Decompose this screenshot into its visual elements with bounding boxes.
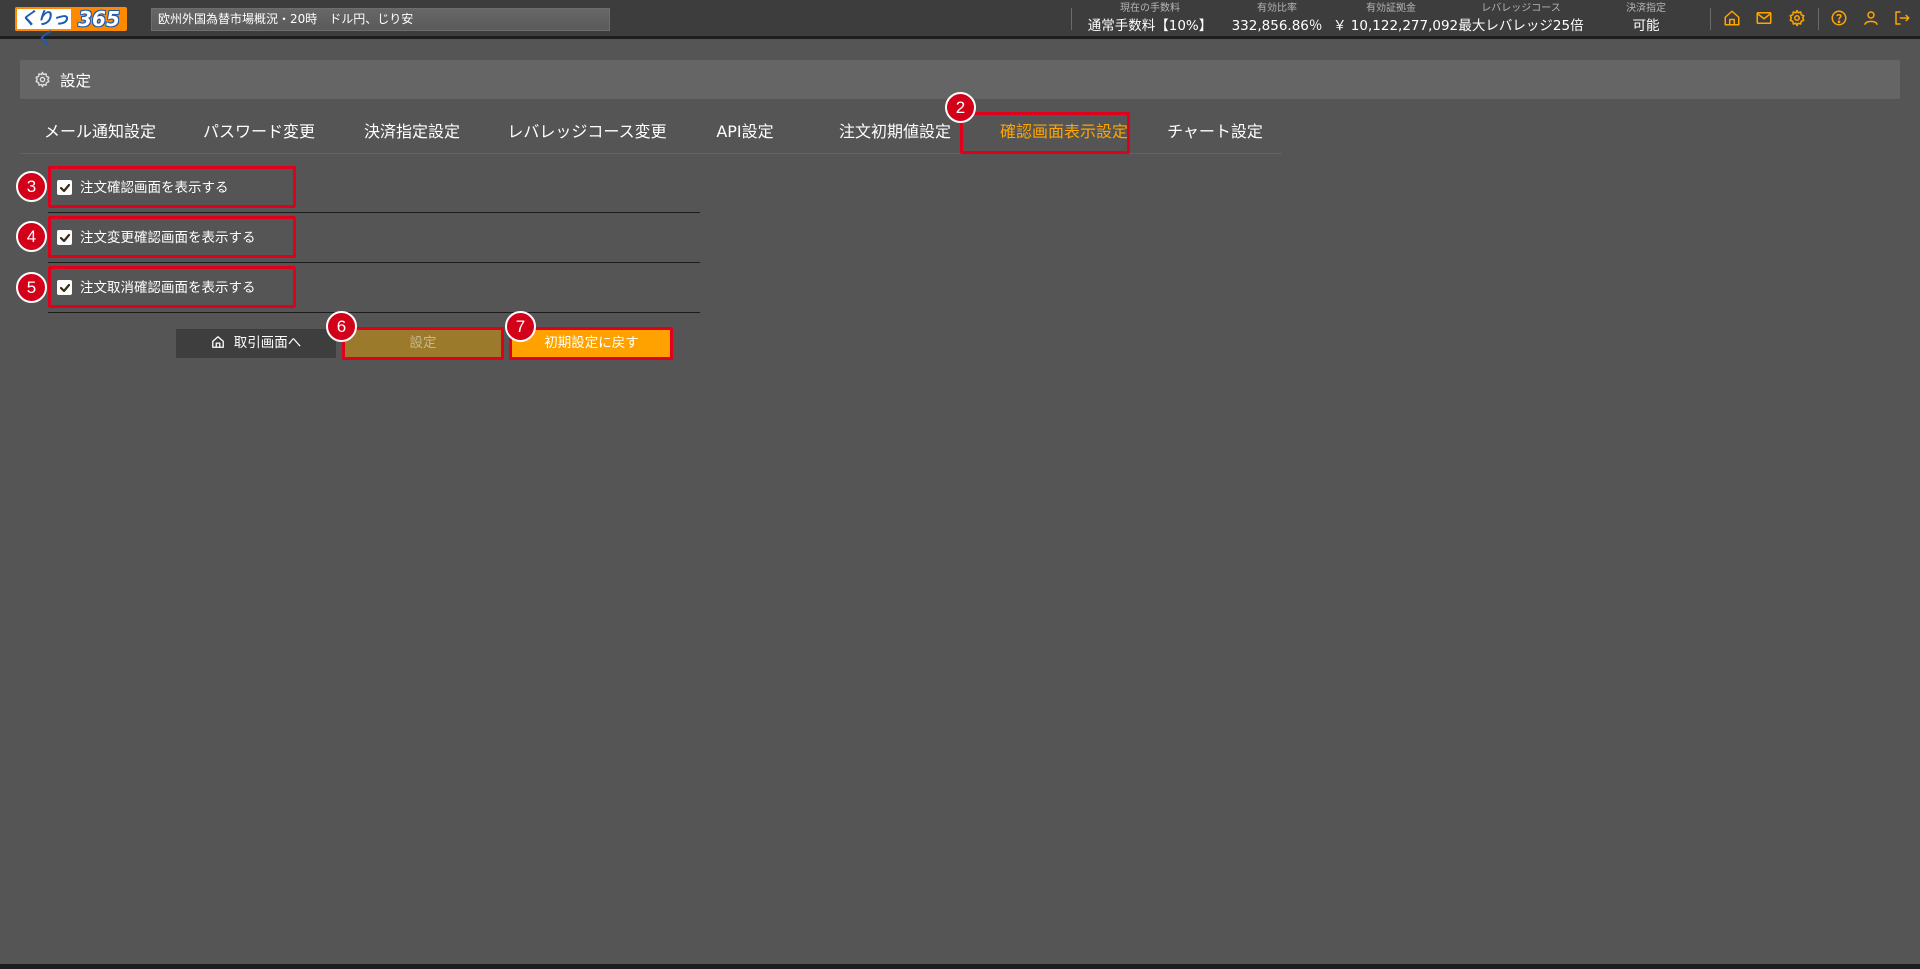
page-title: 設定 — [60, 71, 92, 90]
tab-mail-notification[interactable]: メール通知設定 — [42, 111, 158, 153]
annotation-badge: 5 — [16, 272, 47, 303]
annotation-badge: 6 — [326, 311, 357, 342]
footer-bar — [0, 964, 1920, 969]
annotation-badge: 7 — [505, 311, 536, 342]
highlight-box — [48, 216, 296, 258]
stat-settlement-value: 可能 — [1632, 18, 1660, 34]
stat-ratio-value: 332,856.86％ — [1231, 18, 1323, 34]
annotation-badge: 3 — [16, 171, 47, 202]
tab-password-change[interactable]: パスワード変更 — [201, 111, 317, 153]
gear-icon — [34, 71, 51, 88]
highlight-box — [48, 166, 296, 208]
help-icon[interactable] — [1828, 7, 1850, 29]
stat-settlement-label: 決済指定 — [1626, 3, 1666, 14]
home-icon — [211, 331, 225, 348]
header-divider — [1071, 8, 1072, 30]
highlight-box — [48, 266, 296, 308]
stat-margin: 有効証拠金 ￥ 10,122,277,092 — [1333, 0, 1459, 38]
stat-fee-label: 現在の手数料 — [1120, 3, 1180, 14]
gear-icon[interactable] — [1786, 7, 1808, 29]
stat-leverage-label: レバレッジコース — [1481, 3, 1561, 14]
tab-chart[interactable]: チャート設定 — [1156, 111, 1274, 153]
stat-leverage: レバレッジコース 最大レバレッジ25倍 — [1455, 0, 1587, 38]
tab-api[interactable]: API設定 — [713, 111, 777, 153]
tab-settlement[interactable]: 決済指定設定 — [362, 111, 462, 153]
top-header: くりっく 365 欧州外国為替市場概況・20時 ドル円、じり安 現在の手数料 通… — [0, 0, 1920, 49]
go-to-trading-label: 取引画面へ — [233, 335, 302, 351]
stat-ratio-label: 有効比率 — [1257, 3, 1297, 14]
home-icon[interactable] — [1721, 7, 1743, 29]
stat-leverage-value: 最大レバレッジ25倍 — [1458, 18, 1584, 34]
tab-leverage-course[interactable]: レバレッジコース変更 — [506, 111, 668, 153]
logo-text-right: 365 — [78, 7, 120, 31]
mail-icon[interactable] — [1753, 7, 1775, 29]
go-to-trading-button[interactable]: 取引画面へ — [176, 329, 336, 358]
stat-ratio: 有効比率 332,856.86％ — [1228, 0, 1326, 38]
kuri365-logo[interactable]: くりっく 365 — [15, 7, 127, 49]
header-divider — [1710, 8, 1711, 30]
annotation-badge: 4 — [16, 221, 47, 252]
highlight-box — [960, 112, 1130, 154]
stat-settlement: 決済指定 可能 — [1612, 0, 1680, 38]
stat-fee: 現在の手数料 通常手数料【10%】 — [1082, 0, 1218, 38]
logo-text-left: くりっく — [15, 7, 73, 49]
stat-margin-value: ￥ 10,122,277,092 — [1333, 18, 1459, 34]
header-divider — [1818, 8, 1819, 30]
user-icon[interactable] — [1860, 7, 1882, 29]
highlight-box — [342, 327, 504, 360]
annotation-badge: 2 — [945, 92, 976, 123]
stat-margin-label: 有効証拠金 — [1366, 3, 1416, 14]
stat-fee-value: 通常手数料【10%】 — [1087, 18, 1213, 34]
news-ticker[interactable]: 欧州外国為替市場概況・20時 ドル円、じり安 — [151, 8, 610, 31]
logout-icon[interactable] — [1891, 7, 1913, 29]
